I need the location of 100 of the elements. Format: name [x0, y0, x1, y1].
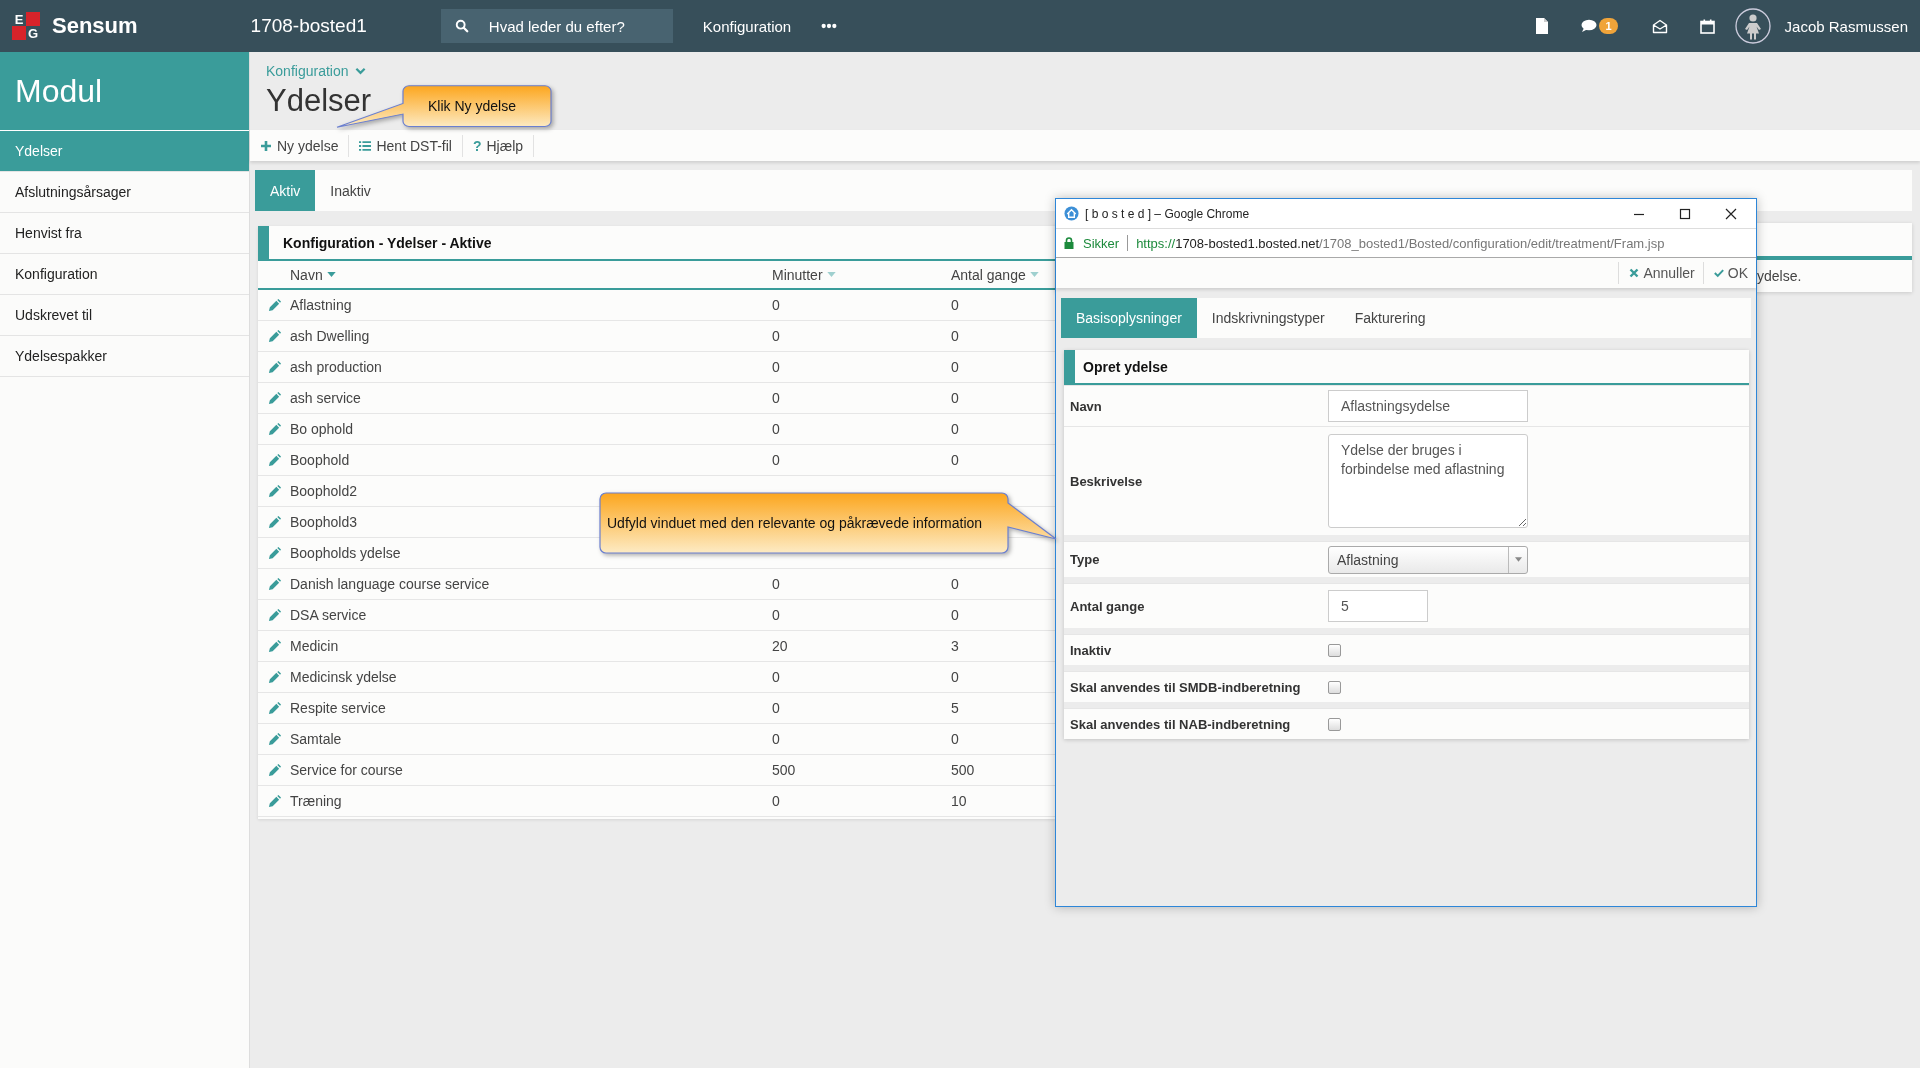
pencil-icon[interactable]: [267, 453, 281, 467]
table-cell: 0: [772, 421, 780, 437]
field-label: Beskrivelse: [1069, 473, 1144, 489]
notice-text: ydelse.: [1757, 268, 1802, 284]
table-cell: 10: [951, 793, 967, 809]
sidebar-item[interactable]: Udskrevet til: [0, 295, 249, 336]
table-cell: Aflastning: [290, 297, 352, 313]
table-cell: ash Dwelling: [290, 328, 370, 344]
table-cell: 0: [772, 576, 780, 592]
checkbox[interactable]: [1328, 680, 1341, 694]
plus-icon: [260, 139, 272, 152]
table-cell: Medicinsk ydelse: [290, 669, 397, 685]
search-icon: [454, 19, 469, 33]
pencil-icon[interactable]: [267, 670, 281, 684]
pencil-icon[interactable]: [267, 577, 281, 591]
close-icon[interactable]: [1725, 207, 1737, 220]
field-label: Inaktiv: [1069, 642, 1113, 658]
text-field[interactable]: Aflastningsydelse: [1328, 390, 1528, 422]
toolbar-button[interactable]: ? Hjælp: [470, 134, 535, 157]
chat-icon[interactable]: [1581, 19, 1598, 33]
tab[interactable]: Fakturering: [1339, 298, 1441, 338]
field-label: Skal anvendes til SMDB-indberetning: [1069, 679, 1302, 695]
table-cell: Boophold2: [290, 483, 357, 499]
table-cell: 500: [951, 762, 975, 778]
table-cell: 0: [951, 421, 959, 437]
tab[interactable]: Inaktiv: [315, 170, 386, 211]
toolbar-button[interactable]: Ny ydelse: [258, 134, 350, 157]
pencil-icon[interactable]: [267, 484, 281, 498]
action-button[interactable]: Annuller: [1618, 262, 1703, 284]
table-cell: DSA service: [290, 607, 367, 623]
field-label: Skal anvendes til NAB-indberetning: [1069, 716, 1292, 732]
table-cell: 0: [772, 359, 780, 375]
document-icon[interactable]: [1535, 18, 1550, 34]
calendar-icon[interactable]: [1699, 18, 1715, 34]
sidebar-item[interactable]: Konfiguration: [0, 254, 249, 295]
user-name[interactable]: Jacob Rasmussen: [1784, 17, 1908, 35]
column-header[interactable]: Antal gange: [951, 266, 1055, 283]
checkbox[interactable]: [1328, 643, 1341, 657]
envelope-icon[interactable]: [1651, 18, 1668, 34]
select-dropdown[interactable]: Aflastning: [1328, 545, 1528, 574]
sidebar-title: Modul: [0, 52, 249, 131]
pencil-icon[interactable]: [267, 639, 281, 653]
search-field[interactable]: Hvad leder du efter?: [440, 9, 673, 43]
table-cell: 0: [772, 731, 780, 747]
table-cell: Respite service: [290, 700, 386, 716]
x-icon: [1629, 268, 1640, 278]
url-text[interactable]: https://1708-bosted1.bosted.net/1708_bosted1/Bosted/configuration/edit/treatment/Fram.jsp: [1136, 235, 1665, 251]
column-header[interactable]: Minutter: [772, 266, 951, 283]
chevron-down-icon[interactable]: [354, 67, 366, 75]
secure-label: Sikker: [1083, 235, 1120, 251]
pencil-icon[interactable]: [267, 391, 281, 405]
maximize-icon[interactable]: [1679, 207, 1691, 220]
nav-link[interactable]: Konfiguration: [702, 17, 792, 35]
avatar-icon[interactable]: [1734, 8, 1771, 44]
table-cell: 0: [951, 607, 959, 623]
sidebar-item[interactable]: Ydelsespakker: [0, 336, 249, 377]
table-cell: 0: [772, 390, 780, 406]
table-cell: 0: [772, 328, 780, 344]
notification-badge: 1: [1599, 18, 1618, 34]
table-cell: Boophold3: [290, 514, 357, 530]
sidebar-item[interactable]: Henvist fra: [0, 213, 249, 254]
toolbar-button[interactable]: Hent DST-fil: [357, 134, 463, 157]
field-label: Type: [1069, 552, 1101, 567]
checkbox[interactable]: [1328, 717, 1341, 731]
table-cell: 5: [951, 700, 959, 716]
window-title: [ b o s t e d ] – Google Chrome: [1085, 206, 1250, 221]
number-field[interactable]: 5: [1328, 590, 1428, 622]
table-cell: 0: [951, 359, 959, 375]
pencil-icon[interactable]: [267, 422, 281, 436]
pencil-icon[interactable]: [267, 546, 281, 560]
table-cell: 0: [772, 607, 780, 623]
pencil-icon[interactable]: [267, 732, 281, 746]
pencil-icon[interactable]: [267, 515, 281, 529]
table-cell: Service for course: [290, 762, 403, 778]
check-icon: [1713, 268, 1724, 278]
form-title: Opret ydelse: [1083, 358, 1168, 375]
logo: E G: [12, 12, 40, 40]
action-button[interactable]: OK: [1702, 262, 1756, 284]
panel-title: Konfiguration - Ydelser - Aktive: [283, 234, 492, 251]
tab[interactable]: Indskrivningstyper: [1196, 298, 1340, 338]
callout-text: Klik Ny ydelse: [428, 98, 516, 114]
pencil-icon[interactable]: [267, 763, 281, 777]
textarea-field[interactable]: Ydelse der bruges i forbindelse med aflastning: [1328, 434, 1528, 528]
page-title: Ydelser: [266, 84, 372, 119]
pencil-icon[interactable]: [267, 701, 281, 715]
column-header[interactable]: Navn: [290, 266, 772, 283]
field-label: Navn: [1069, 398, 1103, 414]
table-cell: ash production: [290, 359, 382, 375]
home-icon: [1064, 206, 1079, 221]
pencil-icon[interactable]: [267, 329, 281, 343]
brand-name: Sensum: [52, 13, 138, 39]
caret-icon: [1514, 557, 1522, 562]
field-label: Antal gange: [1069, 598, 1146, 614]
pencil-icon[interactable]: [267, 608, 281, 622]
pencil-icon[interactable]: [267, 360, 281, 374]
pencil-icon[interactable]: [267, 794, 281, 808]
more-icon[interactable]: [821, 23, 838, 29]
sidebar-item[interactable]: Afslutningsårsager: [0, 172, 249, 213]
table-cell: ash service: [290, 390, 361, 406]
pencil-icon[interactable]: [267, 298, 281, 312]
